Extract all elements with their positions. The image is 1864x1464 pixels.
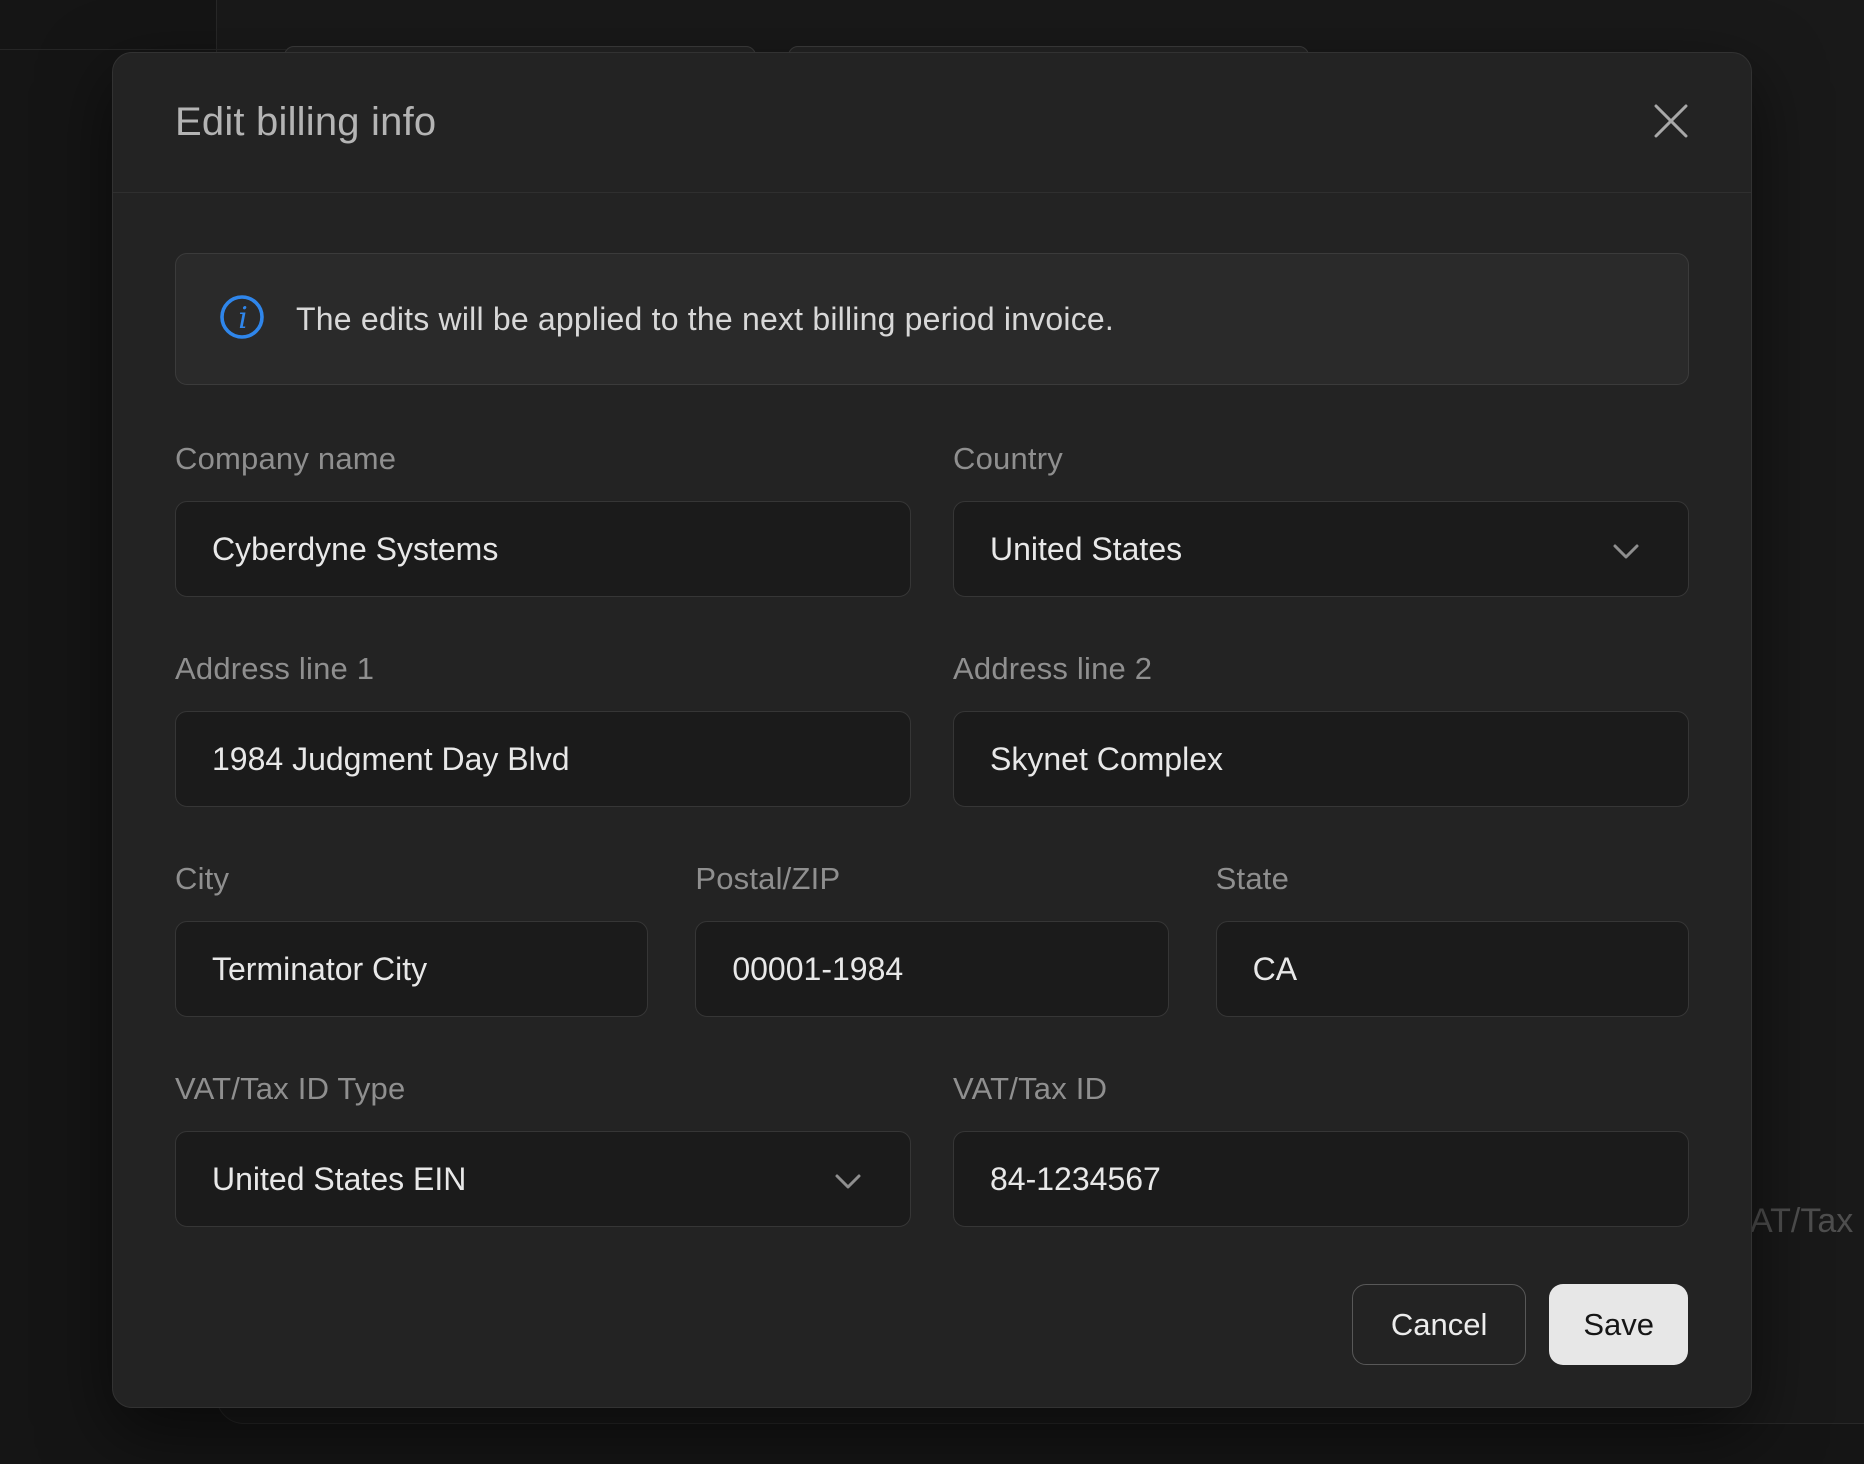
- address2-field-group: Address line 2: [953, 651, 1689, 807]
- state-field-group: State: [1216, 861, 1689, 1017]
- vat-type-label: VAT/Tax ID Type: [175, 1071, 911, 1107]
- country-label: Country: [953, 441, 1689, 477]
- city-input[interactable]: [175, 921, 648, 1017]
- company-name-input[interactable]: [175, 501, 911, 597]
- form-row-3: City Postal/ZIP State: [175, 861, 1689, 1017]
- background-divider: [0, 49, 286, 50]
- address1-field-group: Address line 1: [175, 651, 911, 807]
- address2-input[interactable]: [953, 711, 1689, 807]
- postal-input[interactable]: [695, 921, 1168, 1017]
- address1-label: Address line 1: [175, 651, 911, 687]
- close-icon: [1652, 102, 1690, 143]
- form-row-2: Address line 1 Address line 2: [175, 651, 1689, 807]
- address1-input[interactable]: [175, 711, 911, 807]
- info-icon: i: [218, 293, 266, 346]
- save-button[interactable]: Save: [1549, 1284, 1688, 1365]
- country-select-value: United States: [990, 531, 1182, 568]
- address2-label: Address line 2: [953, 651, 1689, 687]
- company-name-field-group: Company name: [175, 441, 911, 597]
- vat-id-input[interactable]: [953, 1131, 1689, 1227]
- dialog-body: i The edits will be applied to the next …: [113, 193, 1751, 1227]
- postal-label: Postal/ZIP: [695, 861, 1168, 897]
- form-row-1: Company name Country United States: [175, 441, 1689, 597]
- close-button[interactable]: [1643, 95, 1699, 151]
- city-field-group: City: [175, 861, 648, 1017]
- state-input[interactable]: [1216, 921, 1689, 1017]
- country-select[interactable]: United States: [953, 501, 1689, 597]
- vat-id-label: VAT/Tax ID: [953, 1071, 1689, 1107]
- state-label: State: [1216, 861, 1689, 897]
- info-banner: i The edits will be applied to the next …: [175, 253, 1689, 385]
- vat-type-select-value: United States EIN: [212, 1161, 466, 1198]
- info-banner-text: The edits will be applied to the next bi…: [296, 301, 1114, 338]
- background-text-fragment: AT/Tax: [1750, 1202, 1853, 1241]
- dialog-header: Edit billing info: [113, 53, 1751, 193]
- country-field-group: Country United States: [953, 441, 1689, 597]
- dialog-title: Edit billing info: [175, 100, 436, 145]
- chevron-down-icon: [834, 1161, 862, 1198]
- vat-type-field-group: VAT/Tax ID Type United States EIN: [175, 1071, 911, 1227]
- svg-text:i: i: [238, 301, 248, 336]
- company-name-label: Company name: [175, 441, 911, 477]
- postal-field-group: Postal/ZIP: [695, 861, 1168, 1017]
- cancel-button[interactable]: Cancel: [1352, 1284, 1527, 1365]
- vat-id-field-group: VAT/Tax ID: [953, 1071, 1689, 1227]
- form-row-4: VAT/Tax ID Type United States EIN VAT/Ta…: [175, 1071, 1689, 1227]
- vat-type-select[interactable]: United States EIN: [175, 1131, 911, 1227]
- edit-billing-info-dialog: Edit billing info i The edits will be ap…: [112, 52, 1752, 1408]
- dialog-footer: Cancel Save: [113, 1284, 1751, 1365]
- city-label: City: [175, 861, 648, 897]
- chevron-down-icon: [1612, 531, 1640, 568]
